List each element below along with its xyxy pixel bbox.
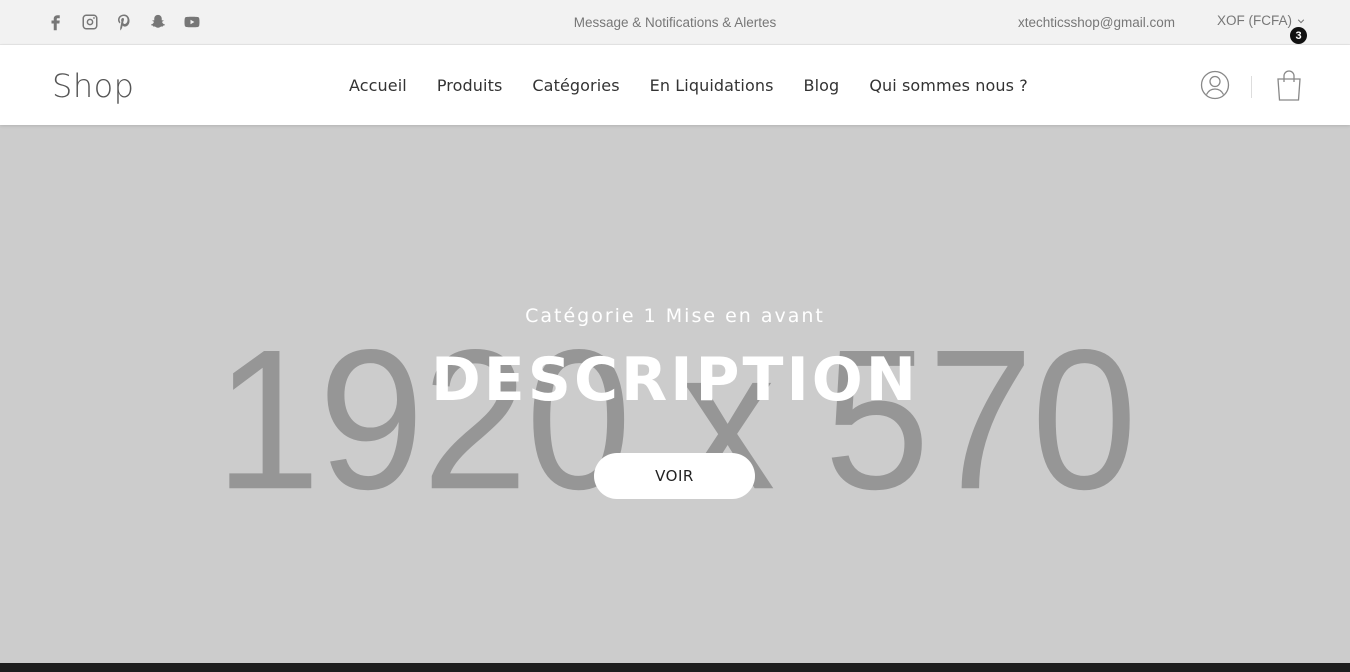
nav-item-accueil[interactable]: Accueil [349,76,407,95]
currency-label: XOF (FCFA) [1217,13,1292,28]
nav-item-produits[interactable]: Produits [437,76,503,95]
cart-count-badge: 3 [1290,27,1307,44]
shopping-bag-icon[interactable] [1274,68,1308,102]
nav-item-liquidations[interactable]: En Liquidations [650,76,774,95]
nav-item-blog[interactable]: Blog [804,76,840,95]
hero-banner: 1920 x 570 Catégorie 1 Mise en avant DES… [0,125,1350,663]
currency-selector[interactable]: XOF (FCFA) [1217,13,1305,28]
top-bar: Message & Notifications & Alertes xtecht… [0,0,1350,45]
header-divider [1251,76,1252,98]
user-account-icon[interactable] [1200,70,1230,100]
nav-item-categories[interactable]: Catégories [532,76,619,95]
hero-subtitle: Catégorie 1 Mise en avant [525,305,825,327]
voir-button[interactable]: VOIR [594,453,755,499]
chevron-down-icon [1297,18,1305,23]
site-logo[interactable]: Shop [52,67,134,105]
hero-title: DESCRIPTION [430,345,919,415]
os-taskbar-strip [0,663,1350,672]
main-header: Shop Accueil Produits Catégories En Liqu… [0,45,1350,125]
nav-item-about[interactable]: Qui sommes nous ? [869,76,1028,95]
contact-email-link[interactable]: xtechticsshop@gmail.com [1018,15,1175,30]
main-nav: Accueil Produits Catégories En Liquidati… [349,76,1028,95]
notification-message-text: Message & Notifications & Alertes [573,15,777,30]
